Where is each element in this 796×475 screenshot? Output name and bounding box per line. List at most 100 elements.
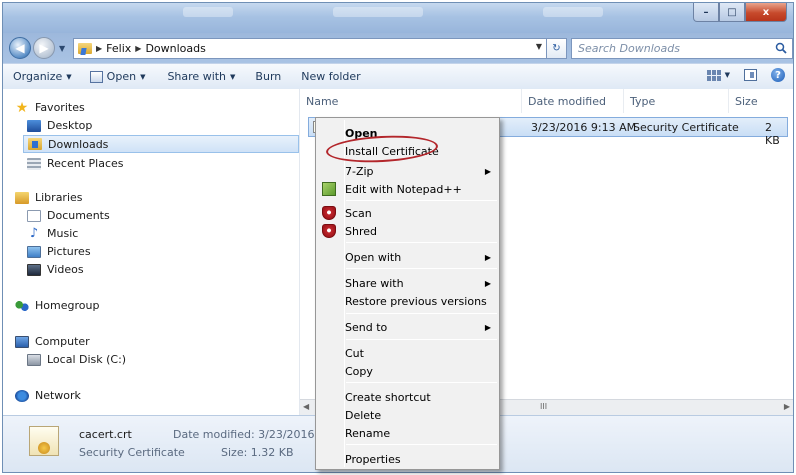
menu-scan[interactable]: Scan [316, 203, 499, 223]
menu-open-with[interactable]: Open with ▶ [316, 247, 499, 267]
pictures-icon [27, 245, 41, 258]
notepad-plus-plus-icon [322, 182, 336, 196]
nav-desktop[interactable]: Desktop [27, 119, 92, 132]
certificate-icon [89, 70, 103, 83]
refresh-button[interactable]: ↻ [547, 38, 567, 59]
menu-rename[interactable]: Rename [316, 423, 499, 443]
nav-label: Homegroup [35, 299, 100, 312]
navigation-pane: ★ Favorites Desktop Downloads Recent Pla… [3, 89, 300, 415]
libraries-icon [15, 191, 29, 204]
recent-pages-dropdown[interactable]: ▼ [59, 44, 65, 53]
burn-label: Burn [255, 70, 282, 83]
close-button[interactable]: x [745, 3, 787, 22]
nav-libraries[interactable]: Libraries [15, 191, 83, 204]
breadcrumb-felix[interactable]: Felix [106, 42, 131, 55]
nav-label: Local Disk (C:) [47, 353, 127, 366]
menu-label: Open with [345, 250, 402, 264]
nav-network[interactable]: Network [15, 389, 81, 402]
menu-restore-previous-versions[interactable]: Restore previous versions [316, 291, 499, 311]
views-icon [706, 69, 721, 81]
search-icon[interactable] [775, 42, 787, 54]
menu-edit-notepad[interactable]: Edit with Notepad++ [316, 179, 499, 199]
nav-videos[interactable]: Videos [27, 263, 84, 276]
column-header-date-modified[interactable]: Date modified [522, 89, 624, 113]
nav-label: Libraries [35, 191, 83, 204]
details-type: Security Certificate [79, 446, 185, 459]
column-label: Size [735, 94, 758, 108]
computer-icon [15, 335, 29, 348]
column-header-type[interactable]: Type [624, 89, 729, 113]
menu-7zip[interactable]: 7-Zip ▶ [316, 161, 499, 181]
open-label: Open [106, 70, 137, 83]
share-with-button[interactable]: Share with ▼ [167, 70, 235, 83]
nav-music[interactable]: ♪ Music [27, 225, 78, 241]
desktop-icon [27, 119, 41, 132]
menu-label: Scan [345, 206, 372, 220]
help-icon[interactable]: ? [771, 68, 785, 82]
music-icon: ♪ [29, 225, 39, 241]
file-size: 2 KB [765, 121, 780, 147]
menu-label: Create shortcut [345, 390, 431, 404]
menu-label: Properties [345, 452, 401, 466]
back-button[interactable]: ◀ [9, 37, 31, 59]
change-view-button[interactable]: ▼ [706, 69, 730, 81]
local-disk-icon [27, 353, 41, 366]
organize-button[interactable]: Organize ▼ [13, 70, 72, 83]
minimize-button[interactable]: – [693, 3, 719, 22]
antivirus-shield-icon [322, 224, 336, 238]
title-bar: – □ x [3, 3, 793, 33]
burn-button[interactable]: Burn [255, 70, 281, 83]
open-button[interactable]: Open ▼ [89, 70, 145, 83]
recent-places-icon [27, 157, 41, 170]
menu-delete[interactable]: Delete [316, 405, 499, 425]
scroll-thumb[interactable]: III [540, 402, 547, 411]
address-dropdown-icon[interactable]: ▼ [536, 42, 542, 51]
menu-properties[interactable]: Properties [316, 449, 499, 469]
nav-label: Downloads [48, 137, 109, 151]
column-header-size[interactable]: Size [729, 89, 793, 113]
address-bar[interactable]: ▶ Felix ▶ Downloads ▼ [73, 38, 547, 59]
menu-send-to[interactable]: Send to ▶ [316, 317, 499, 337]
nav-homegroup[interactable]: Homegroup [15, 299, 99, 312]
nav-downloads[interactable]: Downloads [23, 135, 299, 153]
nav-local-disk[interactable]: Local Disk (C:) [27, 353, 126, 366]
menu-separator [346, 382, 497, 383]
preview-pane-icon[interactable] [744, 69, 757, 81]
menu-label: Edit with Notepad++ [345, 182, 462, 196]
menu-label: Shred [345, 224, 377, 238]
nav-documents[interactable]: Documents [27, 209, 110, 222]
details-size: Size: 1.32 KB [221, 446, 294, 459]
chevron-down-icon: ▼ [724, 71, 730, 79]
menu-share-with[interactable]: Share with ▶ [316, 273, 499, 293]
context-menu: Open Install Certificate 7-Zip ▶ Edit wi… [315, 117, 500, 470]
maximize-button[interactable]: □ [719, 3, 745, 22]
scroll-left-icon[interactable]: ◀ [303, 402, 309, 411]
nav-label: Pictures [47, 245, 91, 258]
nav-recent-places[interactable]: Recent Places [27, 157, 124, 170]
menu-create-shortcut[interactable]: Create shortcut [316, 387, 499, 407]
scroll-right-icon[interactable]: ▶ [784, 402, 790, 411]
file-date-modified: 3/23/2016 9:13 AM [531, 121, 637, 134]
videos-icon [27, 263, 41, 276]
submenu-arrow-icon: ▶ [484, 278, 491, 288]
breadcrumb-downloads[interactable]: Downloads [145, 42, 205, 55]
forward-button[interactable]: ▶ [33, 37, 55, 59]
nav-computer[interactable]: Computer [15, 335, 90, 348]
menu-cut[interactable]: Cut [316, 343, 499, 363]
column-header-name[interactable]: Name [300, 89, 522, 113]
nav-label: Videos [47, 263, 84, 276]
menu-shred[interactable]: Shred [316, 221, 499, 241]
menu-separator [346, 313, 497, 314]
menu-separator [346, 339, 497, 340]
window-controls: – □ x [693, 3, 787, 22]
nav-label: Desktop [47, 119, 93, 132]
nav-pictures[interactable]: Pictures [27, 245, 91, 258]
nav-favorites[interactable]: ★ Favorites [15, 101, 85, 115]
breadcrumb-separator[interactable]: ▶ [96, 44, 102, 53]
menu-label: Copy [345, 364, 373, 378]
search-input[interactable]: Search Downloads [571, 38, 793, 59]
menu-copy[interactable]: Copy [316, 361, 499, 381]
command-bar: Organize ▼ Open ▼ Share with ▼ Burn New … [3, 63, 793, 89]
new-folder-button[interactable]: New folder [301, 70, 360, 83]
breadcrumb-separator[interactable]: ▶ [135, 44, 141, 53]
